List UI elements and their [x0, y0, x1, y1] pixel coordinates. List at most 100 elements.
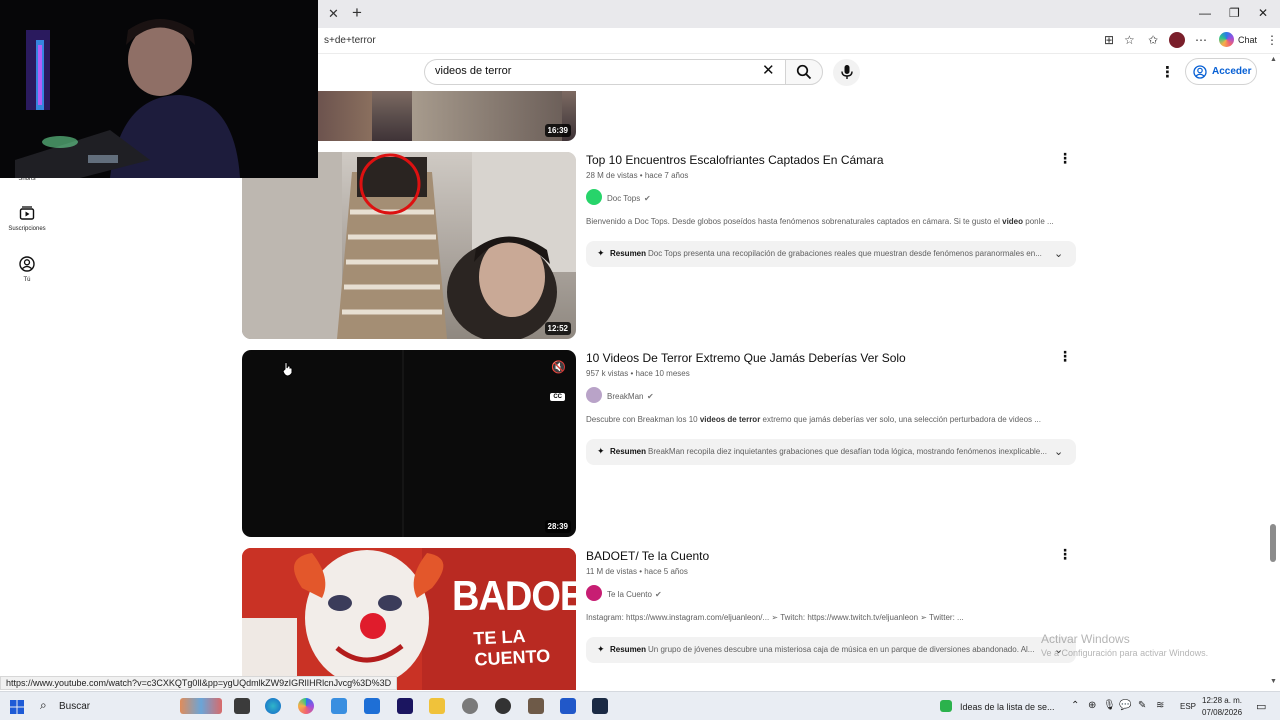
ai-summary[interactable]: ✦ Resumen Doc Tops presenta una recopila…	[586, 241, 1076, 267]
duration-badge: 28:39	[544, 520, 571, 533]
video-meta: 11 M de vistas • hace 5 años	[586, 567, 688, 576]
scrollbar-thumb[interactable]	[1270, 524, 1276, 562]
voice-search-button[interactable]	[833, 59, 860, 86]
chevron-down-icon[interactable]: ⌄	[1054, 445, 1063, 458]
video-menu-icon[interactable]: ⋮	[1058, 348, 1072, 365]
store-icon[interactable]	[331, 698, 347, 714]
chat-label[interactable]: Chat	[1238, 35, 1257, 45]
settings-kebab-icon[interactable]: ⋮	[1160, 63, 1175, 81]
mute-icon[interactable]: 🔇	[551, 360, 566, 374]
channel-avatar[interactable]	[586, 387, 602, 403]
channel-name[interactable]: Te la Cuento	[607, 590, 652, 599]
page-scrollbar[interactable]: ▲ ▼	[1268, 54, 1280, 690]
summary-label: Resumen	[610, 645, 647, 654]
video-meta: 28 M de vistas • hace 7 años	[586, 171, 689, 180]
link-status-bar: https://www.youtube.com/watch?v=c3CXKQTg…	[0, 676, 398, 690]
favorite-star-icon[interactable]: ☆	[1124, 33, 1135, 47]
chevron-down-icon[interactable]: ⌄	[1054, 247, 1063, 260]
thumbnail-text-title: BADOET	[452, 573, 576, 621]
summary-label: Resumen	[610, 249, 647, 258]
channel-avatar[interactable]	[586, 585, 602, 601]
restore-icon[interactable]: ❐	[1229, 6, 1240, 20]
new-tab-icon[interactable]: +	[352, 3, 362, 23]
thumbnail-text-subtitle: TE LA CUENTO	[472, 626, 551, 670]
settings-gear-icon[interactable]	[462, 698, 478, 714]
app-window-icon[interactable]	[560, 698, 576, 714]
url-field[interactable]: s+de+terror	[300, 30, 1120, 52]
minimize-icon[interactable]: —	[1199, 6, 1211, 20]
sparkle-icon: ✦	[597, 248, 605, 258]
scroll-up-icon[interactable]: ▲	[1270, 56, 1277, 63]
summary-label: Resumen	[610, 447, 647, 456]
pen-tray-icon[interactable]: ✎	[1138, 700, 1146, 711]
activation-watermark-text: Ve a Configuración para activar Windows.	[1041, 648, 1209, 658]
outlook-icon[interactable]	[364, 698, 380, 714]
language-indicator[interactable]: ESP	[1180, 702, 1196, 711]
edge-icon[interactable]	[265, 698, 281, 714]
task-view-icon[interactable]	[234, 698, 250, 714]
copilot-icon[interactable]	[1219, 32, 1234, 47]
channel-name[interactable]: Doc Tops	[607, 194, 640, 203]
notifications-icon[interactable]: ▭	[1256, 700, 1266, 713]
summary-text: Un grupo de jóvenes descubre una misteri…	[648, 645, 1035, 654]
subscriptions-icon	[19, 206, 35, 220]
clock-date[interactable]: 07/08/2026	[1202, 708, 1242, 717]
video-thumbnail[interactable]: 12:52	[242, 152, 576, 339]
game-app-icon[interactable]	[528, 698, 544, 714]
window-close-icon[interactable]: ✕	[1258, 6, 1268, 20]
taskbar-search-label[interactable]: Buscar	[59, 701, 90, 712]
clock-time[interactable]: 12:28 a. m.	[1202, 696, 1242, 705]
sidebar-item-label: Tú	[23, 277, 31, 283]
notification-text[interactable]: Ideas de la lista de se...	[960, 702, 1055, 712]
webcam-overlay	[0, 0, 318, 178]
copilot-taskbar-icon[interactable]	[298, 698, 314, 714]
windows-start-icon[interactable]	[10, 700, 24, 714]
video-title[interactable]: 10 Videos De Terror Extremo Que Jamás De…	[586, 351, 906, 365]
channel-name[interactable]: BreakMan	[607, 392, 643, 401]
favorites-icon[interactable]: ✩	[1148, 33, 1158, 47]
chat-tray-icon[interactable]: 💬	[1119, 700, 1131, 711]
close-tab-icon[interactable]: ✕	[328, 6, 339, 22]
tray-icon-a[interactable]: ⊕	[1088, 700, 1096, 711]
verified-icon: ✔	[655, 590, 662, 599]
file-explorer-icon[interactable]	[429, 698, 445, 714]
browser-menu-icon[interactable]: ⋮	[1266, 33, 1278, 47]
obs-icon[interactable]	[495, 698, 511, 714]
taskbar-widget-icon[interactable]	[180, 698, 222, 714]
wifi-icon[interactable]: ≋	[1156, 700, 1164, 711]
taskbar-search-icon[interactable]: ⌕	[40, 698, 47, 713]
premiere-icon[interactable]	[397, 698, 413, 714]
search-icon	[796, 64, 812, 80]
reader-icon[interactable]: ⊞	[1104, 33, 1114, 47]
video-thumbnail[interactable]: 🔇 CC 28:39	[242, 350, 576, 537]
steam-icon[interactable]	[592, 698, 608, 714]
video-menu-icon[interactable]: ⋮	[1058, 150, 1072, 167]
ai-summary[interactable]: ✦ Resumen BreakMan recopila diez inquiet…	[586, 439, 1076, 465]
tray-chevron-icon[interactable]: ⌃	[1071, 700, 1079, 711]
duration-badge: 16:39	[544, 124, 571, 137]
sign-in-button[interactable]: Acceder	[1185, 58, 1257, 85]
sidebar-item-subscriptions[interactable]: Suscripciones	[0, 205, 54, 232]
ai-summary[interactable]: ✦ Resumen Un grupo de jóvenes descubre u…	[586, 637, 1076, 663]
video-menu-icon[interactable]: ⋮	[1058, 546, 1072, 563]
verified-icon: ✔	[644, 194, 651, 203]
video-description: Bienvenido a Doc Tops. Desde globos pose…	[586, 217, 1054, 226]
scroll-down-icon[interactable]: ▼	[1270, 678, 1277, 685]
video-title[interactable]: BADOET/ Te la Cuento	[586, 549, 709, 563]
video-title[interactable]: Top 10 Encuentros Escalofriantes Captado…	[586, 153, 884, 167]
microphone-icon	[841, 65, 853, 79]
search-button[interactable]	[785, 59, 823, 85]
notification-app-icon[interactable]	[940, 700, 952, 712]
more-icon[interactable]: ⋯	[1195, 33, 1207, 47]
user-circle-icon	[19, 256, 35, 272]
clear-search-icon[interactable]: ✕	[762, 63, 775, 78]
profile-avatar[interactable]	[1169, 32, 1185, 48]
search-input[interactable]: videos de terror	[424, 59, 785, 85]
captions-icon[interactable]: CC	[550, 393, 565, 401]
sidebar-item-you[interactable]: Tú	[0, 256, 54, 283]
video-description: Instagram: https://www.instagram.com/elj…	[586, 613, 964, 622]
sparkle-icon: ✦	[597, 446, 605, 456]
video-thumbnail[interactable]: BADOET TE LA CUENTO	[242, 548, 576, 690]
channel-avatar[interactable]	[586, 189, 602, 205]
microphone-tray-icon[interactable]: 🎙	[1103, 700, 1116, 711]
